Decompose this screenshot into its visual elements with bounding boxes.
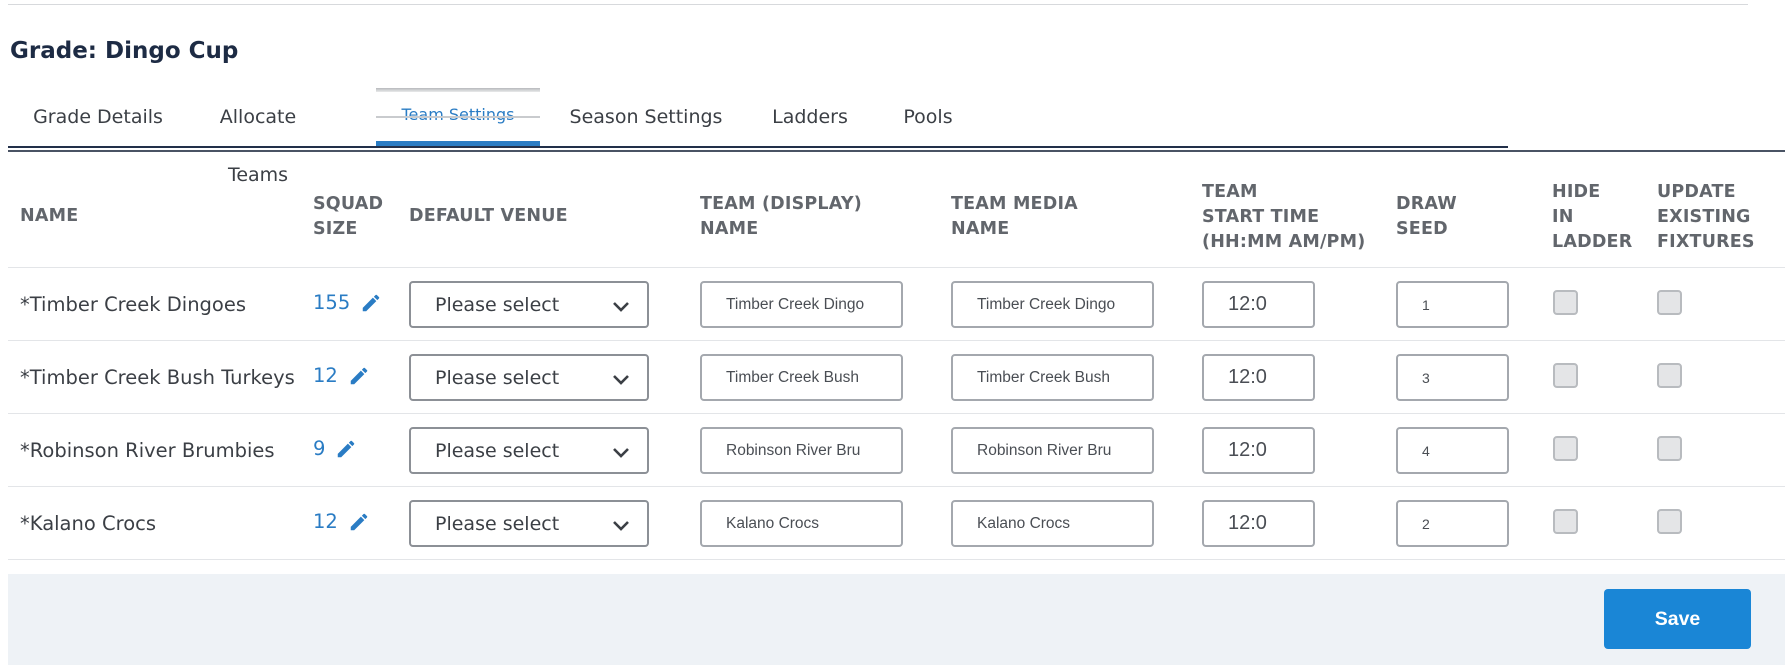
pencil-icon[interactable] xyxy=(348,365,370,387)
squad-size-value: 12 xyxy=(313,364,338,387)
section-divider xyxy=(8,150,1785,152)
tab-grade-details[interactable]: Grade Details xyxy=(33,88,163,146)
column-header-start-time-line1: TEAM xyxy=(1202,182,1258,202)
column-header-squad-size: SQUAD SIZE xyxy=(313,192,383,242)
pencil-icon[interactable] xyxy=(348,511,370,533)
header-row-divider xyxy=(8,267,1785,268)
team-name: *Kalano Crocs xyxy=(20,512,157,535)
update-fixtures-checkbox[interactable] xyxy=(1657,363,1682,388)
default-venue-select-value: Please select xyxy=(435,512,560,535)
update-fixtures-checkbox[interactable] xyxy=(1657,290,1682,315)
chevron-down-icon xyxy=(613,302,629,312)
tab-active-mid-line xyxy=(376,116,540,118)
chevron-down-icon xyxy=(613,448,629,458)
team-name: *Timber Creek Bush Turkeys xyxy=(20,366,295,389)
default-venue-select[interactable]: Please select xyxy=(409,354,649,401)
page-title: Grade: Dingo Cup xyxy=(10,38,239,64)
squad-size-value: 9 xyxy=(313,437,326,460)
squad-size-link[interactable]: 9 xyxy=(313,437,357,460)
default-venue-select[interactable]: Please select xyxy=(409,427,649,474)
hide-in-ladder-checkbox[interactable] xyxy=(1553,436,1578,461)
draw-seed-input[interactable]: 1 xyxy=(1396,281,1509,328)
squad-size-value: 12 xyxy=(313,510,338,533)
team-name: *Timber Creek Dingoes xyxy=(20,293,247,316)
media-name-input[interactable]: Timber Creek Dingo xyxy=(951,281,1154,328)
column-header-update-line1: UPDATE xyxy=(1657,182,1736,202)
media-name-input[interactable]: Timber Creek Bush xyxy=(951,354,1154,401)
default-venue-select-value: Please select xyxy=(435,439,560,462)
update-fixtures-checkbox[interactable] xyxy=(1657,509,1682,534)
chevron-down-icon xyxy=(613,375,629,385)
column-header-media-name-line2: NAME xyxy=(951,219,1010,239)
tab-active-top-edge xyxy=(376,88,540,92)
hide-in-ladder-checkbox[interactable] xyxy=(1553,509,1578,534)
row-divider xyxy=(8,559,1785,560)
draw-seed-input[interactable]: 4 xyxy=(1396,427,1509,474)
squad-size-value: 155 xyxy=(313,291,351,314)
tab-ladders[interactable]: Ladders xyxy=(765,88,855,146)
start-time-input[interactable]: 12:0 xyxy=(1202,281,1315,328)
column-header-update-line3: FIXTURES xyxy=(1657,232,1755,252)
top-divider xyxy=(8,4,1748,5)
media-name-input[interactable]: Kalano Crocs xyxy=(951,500,1154,547)
hide-in-ladder-checkbox[interactable] xyxy=(1553,290,1578,315)
squad-size-link[interactable]: 155 xyxy=(313,291,382,314)
media-name-input[interactable]: Robinson River Bru xyxy=(951,427,1154,474)
row-divider xyxy=(8,413,1785,414)
start-time-input[interactable]: 12:0 xyxy=(1202,354,1315,401)
column-header-display-name-line1: TEAM (DISPLAY) xyxy=(700,194,862,214)
display-name-input[interactable]: Timber Creek Dingo xyxy=(700,281,903,328)
column-header-update-line2: EXISTING xyxy=(1657,207,1751,227)
display-name-input[interactable]: Timber Creek Bush xyxy=(700,354,903,401)
chevron-down-icon xyxy=(613,521,629,531)
column-header-default-venue: DEFAULT VENUE xyxy=(409,206,568,226)
squad-size-link[interactable]: 12 xyxy=(313,510,370,533)
tabs-divider xyxy=(8,146,1508,148)
column-header-display-name-line2: NAME xyxy=(700,219,759,239)
row-divider xyxy=(8,340,1785,341)
start-time-input[interactable]: 12:0 xyxy=(1202,500,1315,547)
footer-bar xyxy=(8,574,1785,665)
column-header-hide-line2: IN xyxy=(1552,207,1574,227)
team-name: *Robinson River Brumbies xyxy=(20,439,275,462)
tab-pools[interactable]: Pools xyxy=(888,88,968,146)
column-header-start-time-line3: (HH:MM AM/PM) xyxy=(1202,232,1366,252)
pencil-icon[interactable] xyxy=(335,438,357,460)
display-name-input[interactable]: Robinson River Bru xyxy=(700,427,903,474)
column-header-update-fixtures: UPDATE EXISTING FIXTURES xyxy=(1657,180,1755,255)
start-time-input[interactable]: 12:0 xyxy=(1202,427,1315,474)
draw-seed-input[interactable]: 3 xyxy=(1396,354,1509,401)
tab-bar: Grade Details Allocate Teams Team Settin… xyxy=(8,88,1508,186)
column-header-display-name: TEAM (DISPLAY) NAME xyxy=(700,192,862,242)
column-header-media-name-line1: TEAM MEDIA xyxy=(951,194,1078,214)
draw-seed-input[interactable]: 2 xyxy=(1396,500,1509,547)
squad-size-link[interactable]: 12 xyxy=(313,364,370,387)
column-header-draw-seed-line1: DRAW xyxy=(1396,194,1457,214)
column-header-start-time-line2: START TIME xyxy=(1202,207,1320,227)
pencil-icon[interactable] xyxy=(360,292,382,314)
row-divider xyxy=(8,486,1785,487)
column-header-hide-line1: HIDE xyxy=(1552,182,1601,202)
tab-team-settings-label: Team Settings xyxy=(401,105,515,124)
column-header-draw-seed: DRAW SEED xyxy=(1396,192,1457,242)
display-name-input[interactable]: Kalano Crocs xyxy=(700,500,903,547)
tab-allocate-teams[interactable]: Allocate Teams xyxy=(188,88,328,186)
column-header-start-time: TEAM START TIME (HH:MM AM/PM) xyxy=(1202,180,1365,255)
column-header-hide-line3: LADDER xyxy=(1552,232,1633,252)
column-header-hide-in-ladder: HIDE IN LADDER xyxy=(1552,180,1632,255)
update-fixtures-checkbox[interactable] xyxy=(1657,436,1682,461)
column-header-name: NAME xyxy=(20,206,79,226)
default-venue-select-value: Please select xyxy=(435,293,560,316)
column-header-squad-size-line2: SIZE xyxy=(313,219,358,239)
hide-in-ladder-checkbox[interactable] xyxy=(1553,363,1578,388)
save-button[interactable]: Save xyxy=(1604,589,1751,649)
column-header-media-name: TEAM MEDIA NAME xyxy=(951,192,1078,242)
default-venue-select[interactable]: Please select xyxy=(409,281,649,328)
column-header-squad-size-line1: SQUAD xyxy=(313,194,384,214)
default-venue-select[interactable]: Please select xyxy=(409,500,649,547)
column-header-draw-seed-line2: SEED xyxy=(1396,219,1448,239)
tab-team-settings[interactable]: Team Settings xyxy=(376,88,540,146)
tab-season-settings[interactable]: Season Settings xyxy=(566,88,726,146)
default-venue-select-value: Please select xyxy=(435,366,560,389)
